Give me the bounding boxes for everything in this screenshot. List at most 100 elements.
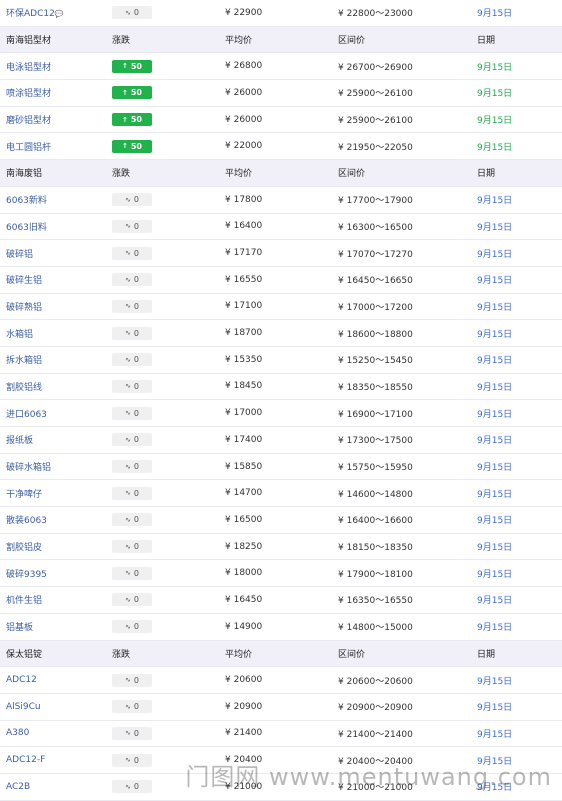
column-header: 涨跌 [112,169,131,180]
table-row: 磨砂铝型材 ↑ 50 ¥ 26000 ¥ 25900～26100 9月15日 [0,107,562,134]
flat-wave-icon: ∿ [125,756,131,765]
change-value: 0 [133,542,139,552]
product-link[interactable]: 电工圆铝杆 [6,143,51,153]
product-link[interactable]: 报纸板 [6,436,33,446]
product-link[interactable]: 破碎熟铝 [6,303,42,313]
table-row: 散装6063 ∿ 0 ¥ 16500 ¥ 16400～16600 9月15日 [0,507,562,534]
section-title: 南海铝型材 [6,36,52,47]
product-link[interactable]: 环保ADC12 [6,9,55,19]
product-link[interactable]: A380 [6,728,29,738]
change-value: 50 [130,141,142,151]
flat-wave-icon: ∿ [125,542,131,551]
flat-wave-icon: ∿ [125,435,131,444]
up-arrow-icon: ↑ [121,88,128,97]
average-price: ¥ 20900 [225,701,263,712]
average-price: ¥ 16500 [225,514,263,525]
change-value: 0 [133,755,139,765]
date-cell: 9月15日 [477,142,513,153]
price-range: ¥ 18600～18800 [338,329,413,340]
average-price: ¥ 26800 [225,61,263,72]
product-link[interactable]: 6063新料 [6,196,47,206]
table-row: 进口6063 ∿ 0 ¥ 17000 ¥ 16900～17100 9月15日 [0,400,562,427]
change-badge: ∿ 0 [112,753,152,767]
change-badge: ∿ 0 [112,193,152,207]
table-row: 割胶铝线 ∿ 0 ¥ 18450 ¥ 18350～18550 9月15日 [0,374,562,401]
average-price: ¥ 18000 [225,568,263,579]
product-link[interactable]: 破碎9395 [6,570,47,580]
price-range: ¥ 20900～20900 [338,703,413,714]
price-range: ¥ 16900～17100 [338,409,413,420]
date-cell: 9月15日 [477,249,513,260]
price-range: ¥ 25900～26100 [338,89,413,100]
up-arrow-icon: ↑ [121,115,128,124]
flat-wave-icon: ∿ [125,329,131,338]
change-value: 50 [130,61,142,71]
product-link[interactable]: 6063旧料 [6,223,47,233]
section-header-row: 南海铝型材 涨跌 平均价 区间价 日期 [0,26,562,54]
flat-wave-icon: ∿ [125,249,131,258]
change-badge: ∿ 0 [112,513,152,527]
chat-icon[interactable]: 💬 [55,10,64,18]
price-range: ¥ 17700～17900 [338,196,413,207]
change-value: 0 [133,355,139,365]
product-link[interactable]: 电泳铝型材 [6,63,51,73]
up-arrow-icon: ↑ [121,142,128,151]
table-row: 环保ADC12💬 ∿ 0 ¥ 22900 ¥ 22800～23000 9月15日 [0,0,562,27]
change-value: 50 [130,88,142,98]
product-link[interactable]: 干净啤仔 [6,490,42,500]
product-link[interactable]: 破碎水箱铝 [6,463,51,473]
change-badge: ∿ 0 [112,219,152,233]
table-row: ADC12 ∿ 0 ¥ 20600 ¥ 20600～20600 9月15日 [0,667,562,694]
average-price: ¥ 14900 [225,621,263,632]
product-link[interactable]: 割胶铝皮 [6,543,42,553]
change-badge: ∿ 0 [112,406,152,420]
flat-wave-icon: ∿ [125,409,131,418]
product-link[interactable]: AC2B [6,782,30,792]
change-value: 0 [133,301,139,311]
change-value: 0 [133,381,139,391]
product-link[interactable]: AlSi9Cu [6,702,41,712]
product-link[interactable]: 散装6063 [6,516,47,526]
product-link[interactable]: 磨砂铝型材 [6,116,51,126]
section-title: 保太铝锭 [6,649,43,660]
table-row: 6063新料 ∿ 0 ¥ 17800 ¥ 17700～17900 9月15日 [0,187,562,214]
change-badge: ∿ 0 [112,433,152,447]
flat-wave-icon: ∿ [125,302,131,311]
product-link[interactable]: 水箱铝 [6,330,33,340]
price-range: ¥ 15250～15450 [338,356,413,367]
flat-wave-icon: ∿ [125,195,131,204]
product-link[interactable]: 进口6063 [6,410,47,420]
price-range: ¥ 15750～15950 [338,463,413,474]
date-cell: 9月15日 [477,276,513,287]
price-range: ¥ 16350～16550 [338,596,413,607]
product-link[interactable]: 破碎铝 [6,250,33,260]
date-cell: 9月15日 [477,382,513,393]
product-link[interactable]: 割胶铝线 [6,383,42,393]
date-cell: 9月15日 [477,596,513,607]
change-badge: ∿ 0 [112,593,152,607]
date-cell: 9月15日 [477,116,513,127]
table-row: 破碎9395 ∿ 0 ¥ 18000 ¥ 17900～18100 9月15日 [0,560,562,588]
table-row: 破碎生铝 ∿ 0 ¥ 16550 ¥ 16450～16650 9月15日 [0,267,562,294]
product-link[interactable]: 铝基板 [6,623,33,633]
flat-wave-icon: ∿ [125,382,131,391]
product-link[interactable]: 破碎生铝 [6,276,42,286]
change-value: 0 [133,515,139,525]
table-row: 破碎熟铝 ∿ 0 ¥ 17100 ¥ 17000～17200 9月15日 [0,294,562,321]
price-range: ¥ 18350～18550 [338,382,413,393]
average-price: ¥ 22000 [225,141,263,152]
column-header: 平均价 [225,36,253,47]
product-link[interactable]: ADC12-F [6,755,45,765]
price-range: ¥ 17000～17200 [338,302,413,313]
change-value: 0 [133,728,139,738]
change-value: 0 [133,595,139,605]
product-link[interactable]: ADC12 [6,675,37,685]
product-link[interactable]: 喷涂铝型材 [6,89,51,99]
section-header-row: 保太铝锭 涨跌 平均价 区间价 日期 [0,640,562,668]
average-price: ¥ 15350 [225,354,263,365]
product-link[interactable]: 拆水箱铝 [6,356,42,366]
section-title: 南海废铝 [6,169,43,180]
date-cell: 9月15日 [477,729,513,740]
product-link[interactable]: 机件生铝 [6,596,42,606]
table-row: 电工圆铝杆 ↑ 50 ¥ 22000 ¥ 21950～22050 9月15日 [0,133,562,161]
